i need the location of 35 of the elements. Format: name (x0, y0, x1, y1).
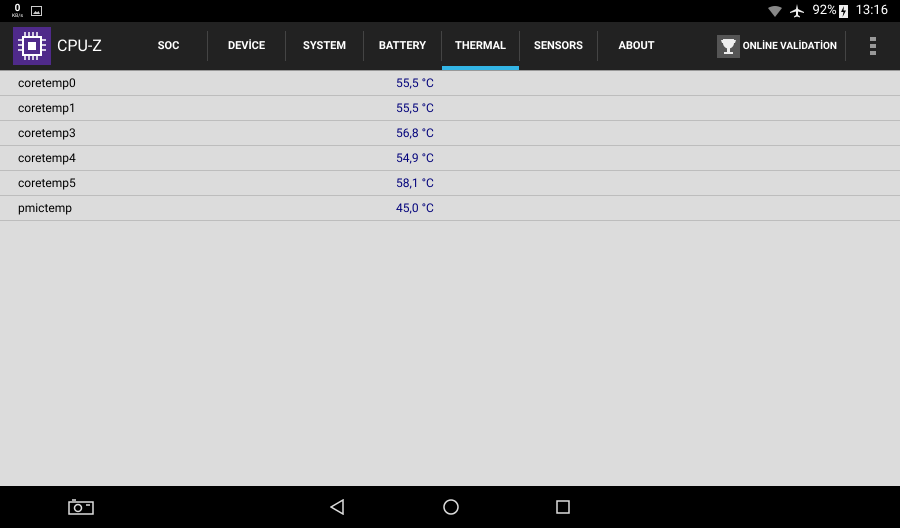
net-speed: 0 (14, 4, 20, 14)
battery-percent: 92% (812, 2, 837, 20)
sensor-name: coretemp5 (17, 175, 77, 192)
trophy-icon (716, 34, 740, 58)
tab[interactable]: SYSTEM (286, 22, 363, 70)
sensor-value: 54,9 °C (396, 150, 434, 167)
tab[interactable]: THERMAL (442, 22, 519, 70)
camera-icon[interactable] (68, 499, 94, 515)
sensor-name: coretemp3 (17, 125, 77, 142)
sensor-name: coretemp4 (17, 150, 77, 167)
image-icon (30, 6, 42, 16)
sensor-value: 56,8 °C (396, 125, 434, 142)
app-logo-icon (13, 27, 51, 65)
online-validation-button[interactable]: ONLİNE VALİDATİON (716, 34, 837, 58)
back-icon[interactable] (330, 499, 344, 515)
app-title: CPU-Z (57, 35, 102, 57)
tab[interactable]: DEVİCE (208, 22, 285, 70)
overflow-menu-icon[interactable] (870, 37, 876, 55)
tab[interactable]: ABOUT (598, 22, 675, 70)
sensor-name: pmictemp (17, 200, 74, 217)
tab[interactable]: SENSORS (520, 22, 597, 70)
sensor-name: coretemp1 (17, 100, 77, 117)
recent-apps-icon[interactable] (556, 500, 570, 514)
wifi-icon (768, 6, 782, 16)
tab[interactable]: BATTERY (364, 22, 441, 70)
sensor-name: coretemp0 (17, 75, 77, 92)
tab[interactable]: SOC (130, 22, 207, 70)
home-icon[interactable] (443, 499, 459, 515)
sensor-value: 55,5 °C (396, 75, 434, 92)
airplane-icon (790, 4, 804, 18)
sensor-value: 45,0 °C (396, 200, 434, 217)
sensor-value: 58,1 °C (396, 175, 434, 192)
sensor-value: 55,5 °C (396, 100, 434, 117)
battery-charging-icon (838, 4, 848, 18)
clock: 13:16 (856, 2, 888, 20)
